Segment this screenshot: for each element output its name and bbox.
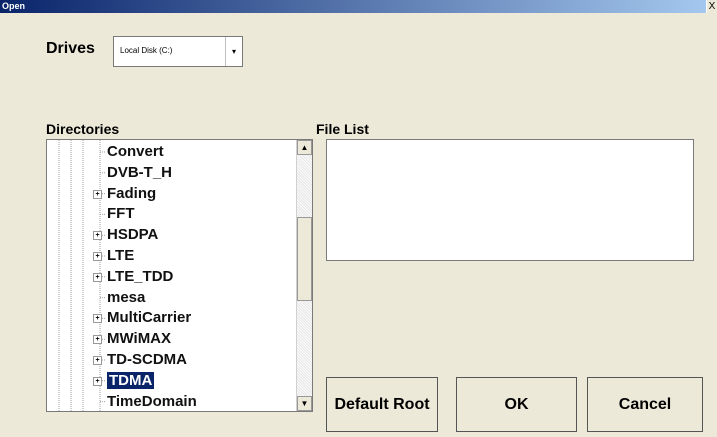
- scroll-thumb[interactable]: [297, 217, 312, 301]
- tree-item[interactable]: + MultiCarrier: [93, 308, 192, 328]
- tree-item[interactable]: Convert: [107, 142, 164, 162]
- tree-item-label: LTE: [107, 247, 135, 264]
- tree-item[interactable]: DVB-T_H: [107, 163, 172, 183]
- title-bar: Open X: [0, 0, 717, 13]
- tree-item[interactable]: TimeDomain: [107, 392, 197, 411]
- drive-selected-value: Local Disk (C:): [120, 46, 173, 55]
- directories-label: Directories: [46, 121, 120, 137]
- scroll-up-button[interactable]: ▲: [297, 140, 312, 155]
- file-list[interactable]: [326, 139, 694, 261]
- window-title: Open: [2, 1, 26, 11]
- drives-label: Drives: [46, 40, 95, 57]
- ok-button[interactable]: OK: [456, 377, 577, 432]
- scroll-down-button[interactable]: ▼: [297, 396, 312, 411]
- expand-icon[interactable]: +: [93, 376, 102, 386]
- directory-scrollbar[interactable]: ▲ ▼: [296, 140, 312, 411]
- tree-item[interactable]: + TD-SCDMA: [93, 350, 187, 370]
- close-button[interactable]: X: [706, 0, 717, 13]
- default-root-button[interactable]: Default Root: [326, 377, 438, 432]
- tree-item-label: HSDPA: [107, 226, 159, 244]
- tree-item-label: MWiMAX: [107, 330, 172, 348]
- tree-item-label: TDMA: [107, 371, 155, 389]
- tree-item[interactable]: + LTE_TDD: [93, 267, 174, 287]
- tree-item[interactable]: + HSDPA: [93, 225, 159, 245]
- tree-item-label: mesa: [107, 288, 146, 306]
- tree-item-label: DVB-T_H: [107, 163, 173, 181]
- expand-icon[interactable]: +: [93, 252, 102, 261]
- directory-tree[interactable]: Convert DVB-T_H + Fading FFT + HSDPA + LTE + LTE_T…: [46, 139, 313, 412]
- tree-item-label: FFT: [107, 205, 135, 223]
- expand-icon[interactable]: +: [93, 189, 102, 199]
- tree-item[interactable]: mesa: [107, 288, 145, 308]
- tree-item[interactable]: FFT: [107, 204, 135, 224]
- tree-item[interactable]: + Fading: [93, 184, 157, 204]
- tree-item-label: TD-SCDMA: [107, 351, 187, 368]
- expand-icon[interactable]: +: [93, 272, 102, 282]
- expand-icon[interactable]: +: [93, 335, 102, 345]
- tree-item[interactable]: + MWiMAX: [93, 329, 172, 349]
- chevron-down-icon[interactable]: ▾: [225, 37, 242, 66]
- tree-item-label: MultiCarrier: [107, 309, 192, 327]
- tree-item-label: LTE_TDD: [107, 267, 174, 285]
- tree-item[interactable]: + LTE: [93, 246, 135, 266]
- expand-icon[interactable]: +: [93, 356, 102, 365]
- tree-item-label: Fading: [107, 184, 157, 202]
- tree-item-label: Convert: [107, 143, 164, 160]
- tree-item[interactable]: + TDMA: [93, 371, 155, 391]
- expand-icon[interactable]: +: [93, 314, 102, 324]
- tree-item-label: TimeDomain: [107, 392, 197, 410]
- expand-icon[interactable]: +: [93, 231, 102, 241]
- file-list-label: File List: [316, 121, 369, 137]
- cancel-button[interactable]: Cancel: [587, 377, 703, 432]
- drive-select[interactable]: Local Disk (C:) ▾: [113, 36, 243, 67]
